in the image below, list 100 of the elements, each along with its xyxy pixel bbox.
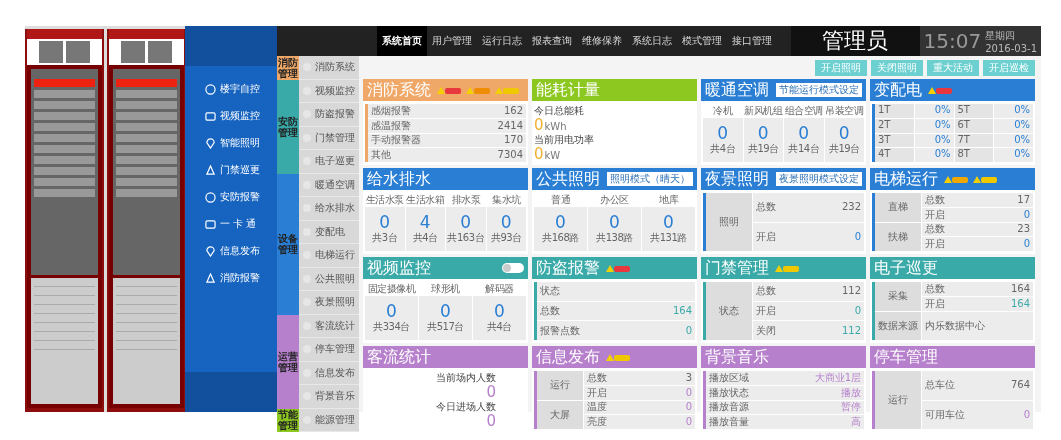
- sidebar-item[interactable]: 消防系统: [299, 56, 359, 80]
- meter-note: 共163台: [447, 230, 485, 245]
- row-value: 7304: [497, 150, 523, 161]
- launcher-item[interactable]: 视频监控: [205, 109, 277, 123]
- sidebar-item[interactable]: 变配电: [299, 220, 359, 244]
- row-value: 暂停: [841, 402, 861, 413]
- meter-label: 固定摄像机: [367, 282, 416, 296]
- sidebar-item[interactable]: 防盗报警: [299, 103, 359, 127]
- card-title: 夜景照明: [705, 168, 769, 190]
- sidebar-item[interactable]: 暖通空调: [299, 173, 359, 197]
- card-title: 门禁管理: [705, 257, 769, 279]
- user-name: 管理员: [791, 26, 920, 56]
- meter-note: 共19台: [828, 141, 860, 156]
- reading-unit: kWh: [544, 121, 567, 132]
- meter-value: 0: [663, 213, 674, 231]
- card-title: 暖通空调: [705, 79, 769, 101]
- category-label: 消防管理: [277, 56, 299, 80]
- nav-tab[interactable]: 运行日志: [477, 26, 527, 56]
- card-title: 停车管理: [874, 346, 938, 368]
- meter-value: 0: [460, 213, 472, 231]
- sidebar-item[interactable]: 背景音乐: [299, 385, 359, 409]
- row-value: 大商业1层: [814, 372, 861, 383]
- sidebar-item[interactable]: 电子巡更: [299, 150, 359, 174]
- group-label: 运行: [537, 371, 583, 400]
- row-label: 状态: [540, 286, 560, 297]
- sidebar-item[interactable]: 客流统计: [299, 314, 359, 338]
- nav-tab[interactable]: 用户管理: [427, 26, 477, 56]
- card-title: 背景音乐: [705, 346, 769, 368]
- mode-dropdown[interactable]: 节能运行模式设定: [776, 83, 862, 97]
- sidebar-item[interactable]: 视频监控: [299, 79, 359, 103]
- row-value: 0: [854, 231, 861, 242]
- card-title: 公共照明: [536, 168, 600, 190]
- sidebar-item[interactable]: 给水排水: [299, 197, 359, 221]
- row-value: 播放: [841, 387, 861, 398]
- row-value: 0: [685, 402, 692, 413]
- row-label: 播放状态: [709, 387, 749, 398]
- launcher-item[interactable]: 信息发布: [205, 244, 277, 258]
- mode-dropdown[interactable]: 照明模式（晴天）: [607, 172, 693, 186]
- mode-dropdown[interactable]: 夜景照明模式设定: [776, 172, 862, 186]
- row-label: 开启: [925, 209, 945, 220]
- meter-label: 新风机组: [744, 104, 783, 118]
- nav-tab[interactable]: 系统日志: [627, 26, 677, 56]
- launcher-item[interactable]: 智能照明: [205, 136, 277, 150]
- meter-value: 0: [494, 302, 505, 320]
- launcher-item[interactable]: 门禁巡更: [205, 163, 277, 177]
- meter-label: 生活水泵: [365, 193, 404, 207]
- triangle-icon: [205, 164, 216, 176]
- category-label: 设备管理: [277, 173, 299, 315]
- transformer-label: 3T: [875, 133, 914, 148]
- sidebar-item[interactable]: 电梯运行: [299, 244, 359, 268]
- sidebar-item[interactable]: 能源管理: [299, 408, 359, 432]
- launcher-item[interactable]: 安防报警: [205, 190, 277, 204]
- nav-tab[interactable]: 维修保养: [577, 26, 627, 56]
- triangle-icon: [205, 272, 216, 284]
- meter-label: 普通: [551, 193, 570, 207]
- meter-value: 0: [798, 124, 810, 142]
- group-label: 照明: [706, 193, 752, 251]
- reading-value: 0: [486, 414, 496, 429]
- weekday-text: 星期四: [985, 28, 1017, 43]
- row-value: 17: [1017, 194, 1030, 205]
- sidebar-item[interactable]: 公共照明: [299, 267, 359, 291]
- group-label: 运行: [875, 371, 921, 429]
- meter-value: 0: [440, 302, 451, 320]
- sidebar-item[interactable]: 门禁管理: [299, 126, 359, 150]
- meter-value: 0: [757, 124, 769, 142]
- load-value: 0%: [914, 118, 954, 133]
- reading-label: 当前场内人数: [436, 371, 496, 385]
- row-value: 170: [503, 135, 523, 146]
- nav-tab[interactable]: 报表查询: [527, 26, 577, 56]
- launcher-item[interactable]: 一 卡 通: [205, 217, 277, 231]
- card-title: 防盗报警: [536, 257, 600, 279]
- nav-tab[interactable]: 系统首页: [377, 26, 427, 56]
- sidebar-item[interactable]: 停车管理: [299, 338, 359, 362]
- sidebar-item[interactable]: 信息发布: [299, 361, 359, 385]
- row-label: 报警点数: [540, 325, 580, 336]
- reading-label: 今日进场人数: [436, 400, 496, 414]
- row-label: 开启: [756, 306, 776, 316]
- toggle-switch[interactable]: [502, 263, 524, 273]
- row-value: 0: [1023, 409, 1030, 420]
- meter-label: 排水泵: [451, 193, 480, 207]
- meter-note: 共131路: [650, 230, 687, 245]
- launcher-item[interactable]: 楼宇自控: [205, 82, 277, 96]
- row-label: 总数: [925, 194, 945, 205]
- meter-note: 共93台: [490, 230, 522, 245]
- row-label: 可用车位: [925, 409, 965, 420]
- meter-value: 0: [555, 213, 566, 231]
- nav-tab[interactable]: 模式管理: [677, 26, 727, 56]
- row-label: 其他: [371, 150, 391, 161]
- reading-label: 今日总能耗: [534, 104, 585, 118]
- row-value: 0: [685, 387, 692, 398]
- launcher-item[interactable]: 消防报警: [205, 271, 277, 285]
- reading-label: 当前用电功率: [534, 133, 595, 147]
- card-title: 变配电: [874, 79, 922, 101]
- row-value: 112: [841, 286, 861, 297]
- meter-label: 地库: [659, 193, 678, 207]
- row-label: 总数: [756, 286, 776, 297]
- row-value: 164: [672, 306, 692, 316]
- nav-tab[interactable]: 接口管理: [727, 26, 777, 56]
- card-title: 客流统计: [367, 346, 431, 368]
- sidebar-item[interactable]: 夜景照明: [299, 291, 359, 315]
